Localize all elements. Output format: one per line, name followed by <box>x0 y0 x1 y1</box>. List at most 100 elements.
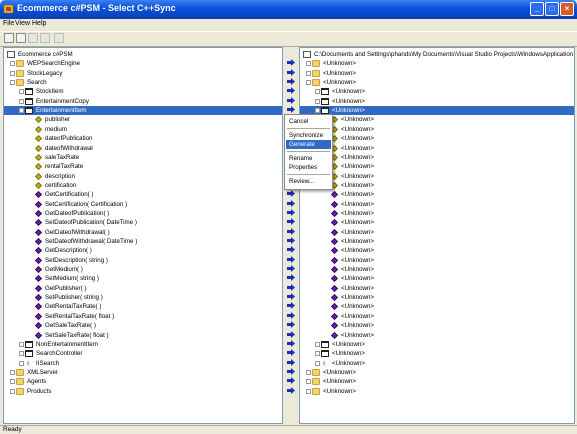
sync-arrow-icon[interactable] <box>287 349 295 357</box>
sync-arrow-icon[interactable] <box>287 218 295 226</box>
tree-row[interactable]: <Unknown> <box>300 284 574 293</box>
tree-row[interactable]: <Unknown> <box>300 349 574 358</box>
tree-row[interactable]: <Unknown> <box>300 200 574 209</box>
tree-row[interactable]: description <box>4 172 282 181</box>
tree-row[interactable]: WEPSearchEngine <box>4 59 282 68</box>
tree-row[interactable]: Agents <box>4 377 282 386</box>
sync-arrow-icon[interactable] <box>287 311 295 319</box>
tree-row[interactable]: StockLegacy <box>4 69 282 78</box>
tree-row[interactable]: <Unknown> <box>300 387 574 396</box>
sync-arrow-icon[interactable] <box>287 106 295 114</box>
tree-row[interactable]: <Unknown> <box>300 97 574 106</box>
tree-row[interactable]: <Unknown> <box>300 209 574 218</box>
expand-toggle-icon[interactable] <box>306 388 311 394</box>
tree-row[interactable]: <Unknown> <box>300 78 574 87</box>
expand-toggle-icon[interactable] <box>315 108 320 114</box>
maximize-button[interactable]: □ <box>545 2 559 16</box>
open-icon[interactable] <box>4 33 14 43</box>
sync-arrow-icon[interactable] <box>287 321 295 329</box>
tree-row[interactable]: <Unknown> <box>300 331 574 340</box>
expand-toggle-icon[interactable] <box>10 379 15 385</box>
context-menu-item-rename[interactable]: Rename <box>286 154 331 163</box>
expand-toggle-icon[interactable] <box>19 351 24 357</box>
code-tree-panel[interactable]: C:\Documents and Settings\phands\My Docu… <box>299 47 575 424</box>
sync-arrow-icon[interactable] <box>287 339 295 347</box>
expand-toggle-icon[interactable] <box>10 61 15 67</box>
menu-file[interactable]: File <box>3 20 14 27</box>
sync-arrow-icon[interactable] <box>287 367 295 375</box>
tree-row[interactable]: <Unknown> <box>300 265 574 274</box>
sync-arrow-icon[interactable] <box>287 237 295 244</box>
sync-arrow-icon[interactable] <box>287 68 295 76</box>
sync-arrow-icon[interactable] <box>287 293 295 301</box>
sync-arrow-icon[interactable] <box>287 330 295 338</box>
sync-arrow-icon[interactable] <box>287 255 295 263</box>
tree-row[interactable]: <Unknown> <box>300 256 574 265</box>
expand-toggle-icon[interactable] <box>19 89 24 95</box>
expand-toggle-icon[interactable] <box>10 80 15 86</box>
expand-toggle-icon[interactable] <box>306 80 311 86</box>
tree-row[interactable]: <Unknown> <box>300 228 574 237</box>
sync-arrow-icon[interactable] <box>287 377 295 385</box>
tree-row[interactable]: EntertainmentItem <box>4 106 282 116</box>
sync-icon[interactable] <box>54 33 64 43</box>
expand-toggle-icon[interactable] <box>19 98 24 104</box>
sync-arrow-icon[interactable] <box>287 78 295 86</box>
tree-row[interactable]: <Unknown> <box>300 246 574 255</box>
tree-row[interactable]: GetPublisher( ) <box>4 284 282 293</box>
tree-row[interactable]: GetSaleTaxRate( ) <box>4 321 282 330</box>
tree-row[interactable]: <Unknown> <box>300 377 574 386</box>
tree-row[interactable]: ♀ IISearch <box>4 359 282 368</box>
tree-row[interactable]: <Unknown> <box>300 59 574 68</box>
tree-row[interactable]: SetCertification( Certification ) <box>4 200 282 209</box>
close-button[interactable]: × <box>560 2 574 16</box>
copy-icon[interactable] <box>28 33 38 43</box>
expand-toggle-icon[interactable] <box>19 108 24 114</box>
context-menu-item-properties[interactable]: Properties <box>286 163 331 172</box>
tree-row[interactable]: <Unknown> <box>300 368 574 377</box>
context-menu-item-cancel[interactable]: Cancel <box>286 117 331 126</box>
expand-toggle-icon[interactable] <box>315 341 320 347</box>
tree-row[interactable]: <Unknown> <box>300 237 574 246</box>
tree-row[interactable]: NonEntertainmentItem <box>4 340 282 349</box>
expand-toggle-icon[interactable] <box>10 369 15 375</box>
sync-arrow-icon[interactable] <box>287 274 295 282</box>
tree-row[interactable]: GetDateofWithdrawal( ) <box>4 228 282 237</box>
sync-arrow-icon[interactable] <box>287 386 295 394</box>
sync-arrow-icon[interactable] <box>287 190 295 198</box>
context-menu-item-generate[interactable]: Generate <box>286 140 331 149</box>
tree-row[interactable]: <Unknown> <box>300 115 574 124</box>
paste-icon[interactable] <box>40 33 50 43</box>
expand-toggle-icon[interactable] <box>19 341 24 347</box>
tree-row[interactable]: ♀ <Unknown> <box>300 359 574 368</box>
menu-help[interactable]: Help <box>32 20 46 27</box>
tree-row[interactable]: SetDateofWithdrawal( DateTime ) <box>4 237 282 246</box>
tree-row[interactable]: <Unknown> <box>300 69 574 78</box>
expand-toggle-icon[interactable] <box>315 89 320 95</box>
sync-arrow-icon[interactable] <box>287 358 295 366</box>
tree-row[interactable]: GetDateofPublication( ) <box>4 209 282 218</box>
tree-row[interactable]: StockItem <box>4 87 282 96</box>
tree-row[interactable]: SetDescription( string ) <box>4 256 282 265</box>
tree-row[interactable]: GetCertification( ) <box>4 190 282 199</box>
sync-arrow-icon[interactable] <box>287 96 295 104</box>
sync-arrow-icon[interactable] <box>287 302 295 310</box>
tree-row[interactable]: <Unknown> <box>300 162 574 171</box>
tree-row[interactable]: Ecommerce c#PSM <box>4 50 282 59</box>
tree-row[interactable]: GetMedium( ) <box>4 265 282 274</box>
sync-arrow-icon[interactable] <box>287 246 295 254</box>
expand-toggle-icon[interactable] <box>306 379 311 385</box>
sync-arrow-icon[interactable] <box>287 87 295 95</box>
tree-row[interactable]: publisher <box>4 115 282 124</box>
tree-row[interactable]: SetSaleTaxRate( float ) <box>4 331 282 340</box>
expand-toggle-icon[interactable] <box>315 98 320 104</box>
tree-row[interactable]: <Unknown> <box>300 172 574 181</box>
tree-row[interactable]: GetDescription( ) <box>4 246 282 255</box>
expand-toggle-icon[interactable] <box>10 70 15 76</box>
tree-row[interactable]: <Unknown> <box>300 125 574 134</box>
expand-toggle-icon[interactable] <box>10 388 15 394</box>
tree-row[interactable]: <Unknown> <box>300 190 574 199</box>
tree-row[interactable]: medium <box>4 125 282 134</box>
minimize-button[interactable]: _ <box>530 2 544 16</box>
expand-toggle-icon[interactable] <box>306 369 311 375</box>
